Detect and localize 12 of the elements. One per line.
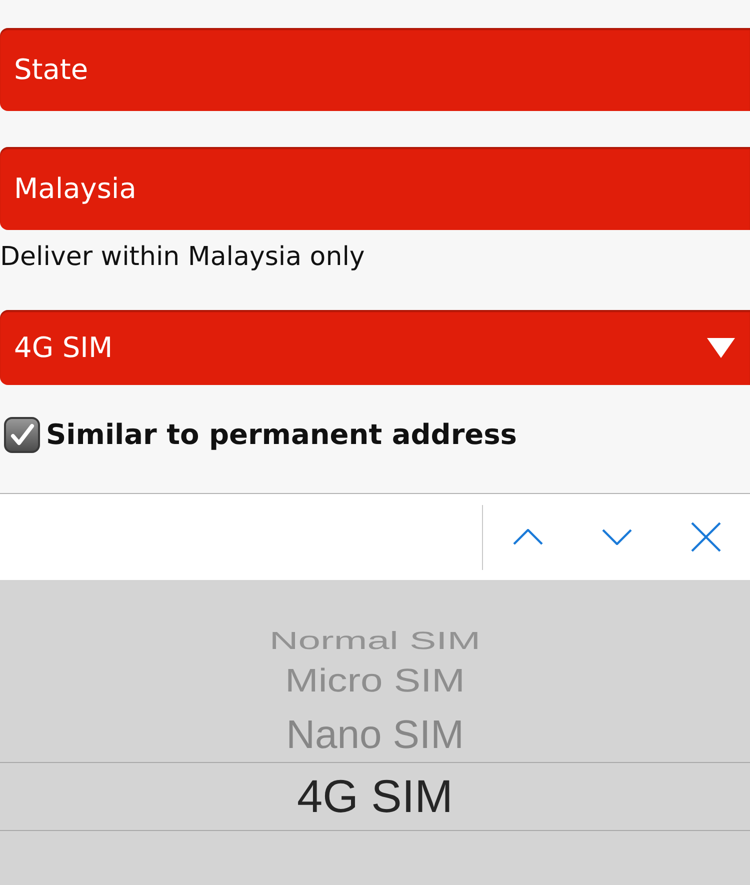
picker-option[interactable]: 4G SIM	[297, 771, 453, 822]
chevron-up-icon	[512, 529, 542, 545]
picker-option[interactable]: Nano SIM	[286, 713, 464, 757]
input-field[interactable]: Malaysia	[0, 147, 750, 230]
chevron-down-icon	[602, 529, 632, 545]
checkbox[interactable]	[4, 417, 40, 453]
input-field[interactable]: State	[0, 28, 750, 111]
dropdown-field[interactable]: 4G SIM	[0, 310, 750, 385]
helper-text: Deliver within Malaysia only	[0, 241, 365, 274]
caret-icon	[707, 338, 735, 358]
close-icon	[690, 522, 720, 552]
checkbox-label: Similar to permanent address	[46, 418, 517, 452]
